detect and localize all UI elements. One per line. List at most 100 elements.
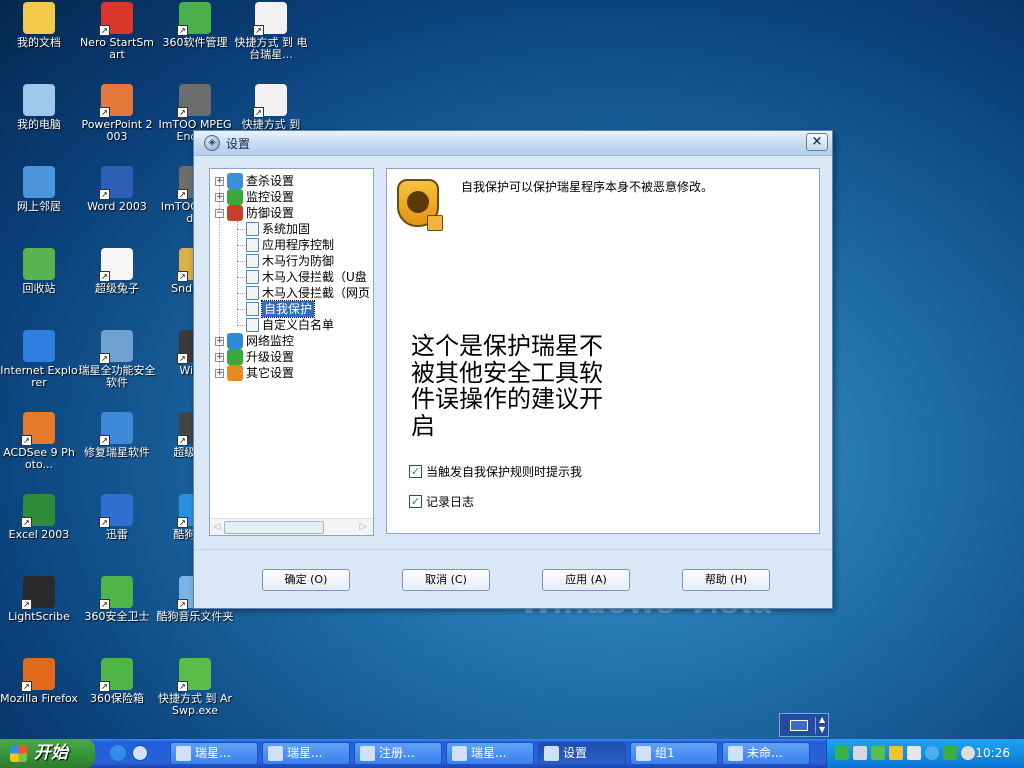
keyboard-icon[interactable] bbox=[790, 720, 808, 731]
desktop-icon[interactable]: ↗ 修复瑞星软件 bbox=[78, 412, 156, 459]
app-icon[interactable] bbox=[23, 248, 55, 280]
app-icon[interactable]: ↗ bbox=[21, 658, 55, 692]
tree-item-label[interactable]: 木马入侵拦截（网页 bbox=[262, 285, 370, 301]
scroll-left-icon[interactable]: ◁ bbox=[211, 521, 223, 534]
desktop-icon-label[interactable]: 瑞星全功能安全软件 bbox=[78, 365, 156, 389]
tree-item-label[interactable]: 自我保护 bbox=[260, 300, 316, 318]
tray-icon-1[interactable] bbox=[835, 746, 849, 760]
tree-item[interactable]: − 防御设置 bbox=[215, 205, 294, 221]
checkbox-log-label[interactable]: 记录日志 bbox=[426, 493, 474, 510]
app-icon[interactable]: ↗ bbox=[99, 166, 133, 200]
tray-icon-4[interactable] bbox=[889, 746, 903, 760]
desktop-icon-label[interactable]: 快捷方式 到 电台瑞星... bbox=[232, 37, 310, 61]
langbar-options-icon[interactable]: ▲ ▼ bbox=[819, 715, 825, 735]
app-icon[interactable] bbox=[23, 330, 55, 362]
desktop-icon-label[interactable]: Internet Explorer bbox=[0, 365, 78, 389]
desktop-icon-label[interactable]: 我的文档 bbox=[0, 37, 78, 49]
tree-item[interactable]: 自定义白名单 bbox=[238, 317, 334, 333]
taskbar-button-label[interactable]: 组1 bbox=[655, 746, 675, 760]
app-icon[interactable]: ↗ bbox=[177, 84, 211, 118]
taskbar-button[interactable]: 设置 bbox=[538, 742, 626, 765]
app-icon[interactable]: ↗ bbox=[99, 412, 133, 446]
start-button[interactable]: 开始 bbox=[0, 739, 95, 768]
desktop-icon[interactable]: ↗ ACDSee 9 Photo... bbox=[0, 412, 78, 471]
desktop-icon[interactable]: ↗ Mozilla Firefox bbox=[0, 658, 78, 705]
taskbar-button[interactable]: 注册... bbox=[354, 742, 442, 765]
app-icon[interactable]: ↗ bbox=[21, 576, 55, 610]
volume-icon[interactable] bbox=[961, 746, 975, 760]
app-icon[interactable]: ↗ bbox=[99, 330, 133, 364]
app-icon[interactable] bbox=[23, 166, 55, 198]
desktop-icon-label[interactable]: 360安全卫士 bbox=[78, 611, 156, 623]
desktop-icon[interactable]: ↗ Nero StartSmart bbox=[78, 2, 156, 61]
app-icon[interactable] bbox=[23, 2, 55, 34]
desktop-icon-label[interactable]: PowerPoint 2003 bbox=[78, 119, 156, 143]
taskbar-button-label[interactable]: 瑞星... bbox=[471, 746, 506, 760]
desktop-icon-label[interactable]: 360软件管理 bbox=[156, 37, 234, 49]
app-icon[interactable]: ↗ bbox=[99, 248, 133, 282]
desktop-icon[interactable]: ↗ Excel 2003 bbox=[0, 494, 78, 541]
help-button[interactable]: 帮助 (H) bbox=[682, 569, 770, 591]
cancel-button[interactable]: 取消 (C) bbox=[402, 569, 490, 591]
checkbox-log[interactable]: ✓ bbox=[409, 495, 422, 508]
scroll-right-icon[interactable]: ▷ bbox=[357, 521, 369, 534]
expand-icon[interactable]: + bbox=[215, 192, 224, 202]
desktop-icon-label[interactable]: 迅雷 bbox=[78, 529, 156, 541]
printer-icon[interactable] bbox=[907, 746, 921, 760]
desktop-quicklaunch-icon[interactable] bbox=[132, 745, 148, 761]
checkbox-notify-label[interactable]: 当触发自我保护规则时提示我 bbox=[426, 463, 582, 480]
desktop-icon[interactable]: ↗ 360安全卫士 bbox=[78, 576, 156, 623]
desktop-icon-label[interactable]: 修复瑞星软件 bbox=[78, 447, 156, 459]
desktop-icon[interactable]: ↗ 瑞星全功能安全软件 bbox=[78, 330, 156, 389]
taskbar-button[interactable]: 瑞星... bbox=[170, 742, 258, 765]
app-icon[interactable]: ↗ bbox=[99, 494, 133, 528]
desktop-icon[interactable]: ↗ 快捷方式 到 电台瑞星... bbox=[232, 2, 310, 61]
app-icon[interactable]: ↗ bbox=[21, 494, 55, 528]
checkbox-log-row[interactable]: ✓ 记录日志 bbox=[409, 493, 474, 510]
apply-button[interactable]: 应用 (A) bbox=[542, 569, 630, 591]
tree-item[interactable]: + 升级设置 bbox=[215, 349, 294, 365]
checkbox-notify-row[interactable]: ✓ 当触发自我保护规则时提示我 bbox=[409, 463, 582, 480]
desktop-icon[interactable]: 我的文档 bbox=[0, 2, 78, 49]
app-icon[interactable]: ↗ bbox=[177, 658, 211, 692]
taskbar-button-label[interactable]: 注册... bbox=[379, 746, 414, 760]
desktop-icon[interactable]: ↗ 迅雷 bbox=[78, 494, 156, 541]
taskbar-button[interactable]: 瑞星... bbox=[446, 742, 534, 765]
taskbar-button-label[interactable]: 未命... bbox=[747, 746, 782, 760]
desktop-icon-label[interactable]: 快捷方式 到 ArSwp.exe bbox=[156, 693, 234, 717]
tree-item[interactable]: + 监控设置 bbox=[215, 189, 294, 205]
desktop-icon[interactable]: ↗ 快捷方式 到 bbox=[232, 84, 310, 131]
ok-button[interactable]: 确定 (O) bbox=[262, 569, 350, 591]
desktop-icon-label[interactable]: 超级兔子 bbox=[78, 283, 156, 295]
taskbar-button-label[interactable]: 瑞星... bbox=[287, 746, 322, 760]
desktop-icon[interactable]: ↗ 360保险箱 bbox=[78, 658, 156, 705]
tree-item-label[interactable]: 应用程序控制 bbox=[262, 237, 334, 253]
tree-item[interactable]: 系统加固 bbox=[238, 221, 310, 237]
desktop-icon[interactable]: 我的电脑 bbox=[0, 84, 78, 131]
desktop-icon-label[interactable]: Mozilla Firefox bbox=[0, 693, 78, 705]
app-icon[interactable]: ↗ bbox=[177, 2, 211, 36]
desktop-icon[interactable]: ↗ PowerPoint 2003 bbox=[78, 84, 156, 143]
expand-icon[interactable]: + bbox=[215, 368, 224, 378]
tray-icon-6[interactable] bbox=[925, 746, 939, 760]
ie-quicklaunch-icon[interactable] bbox=[110, 745, 126, 761]
app-icon[interactable]: ↗ bbox=[21, 412, 55, 446]
close-button[interactable]: × bbox=[806, 133, 828, 151]
desktop-icon[interactable]: 回收站 bbox=[0, 248, 78, 295]
tree-item[interactable]: 木马入侵拦截（网页 bbox=[238, 285, 370, 301]
tree-item-label[interactable]: 木马入侵拦截（U盘 bbox=[262, 269, 367, 285]
tree-item[interactable]: 木马行为防御 bbox=[238, 253, 334, 269]
app-icon[interactable]: ↗ bbox=[99, 658, 133, 692]
desktop-icon-label[interactable]: LightScribe bbox=[0, 611, 78, 623]
app-icon[interactable]: ↗ bbox=[99, 84, 133, 118]
desktop-icon-label[interactable]: 360保险箱 bbox=[78, 693, 156, 705]
tree-item[interactable]: + 其它设置 bbox=[215, 365, 294, 381]
desktop-icon-label[interactable]: 我的电脑 bbox=[0, 119, 78, 131]
desktop-icon-label[interactable]: Word 2003 bbox=[78, 201, 156, 213]
taskbar-button[interactable]: 未命... bbox=[722, 742, 810, 765]
app-icon[interactable]: ↗ bbox=[99, 2, 133, 36]
desktop-icon[interactable]: ↗ LightScribe bbox=[0, 576, 78, 623]
dialog-titlebar[interactable]: ◈ 设置 bbox=[194, 131, 832, 156]
expand-icon[interactable]: + bbox=[215, 352, 224, 362]
desktop-icon-label[interactable]: ACDSee 9 Photo... bbox=[0, 447, 78, 471]
